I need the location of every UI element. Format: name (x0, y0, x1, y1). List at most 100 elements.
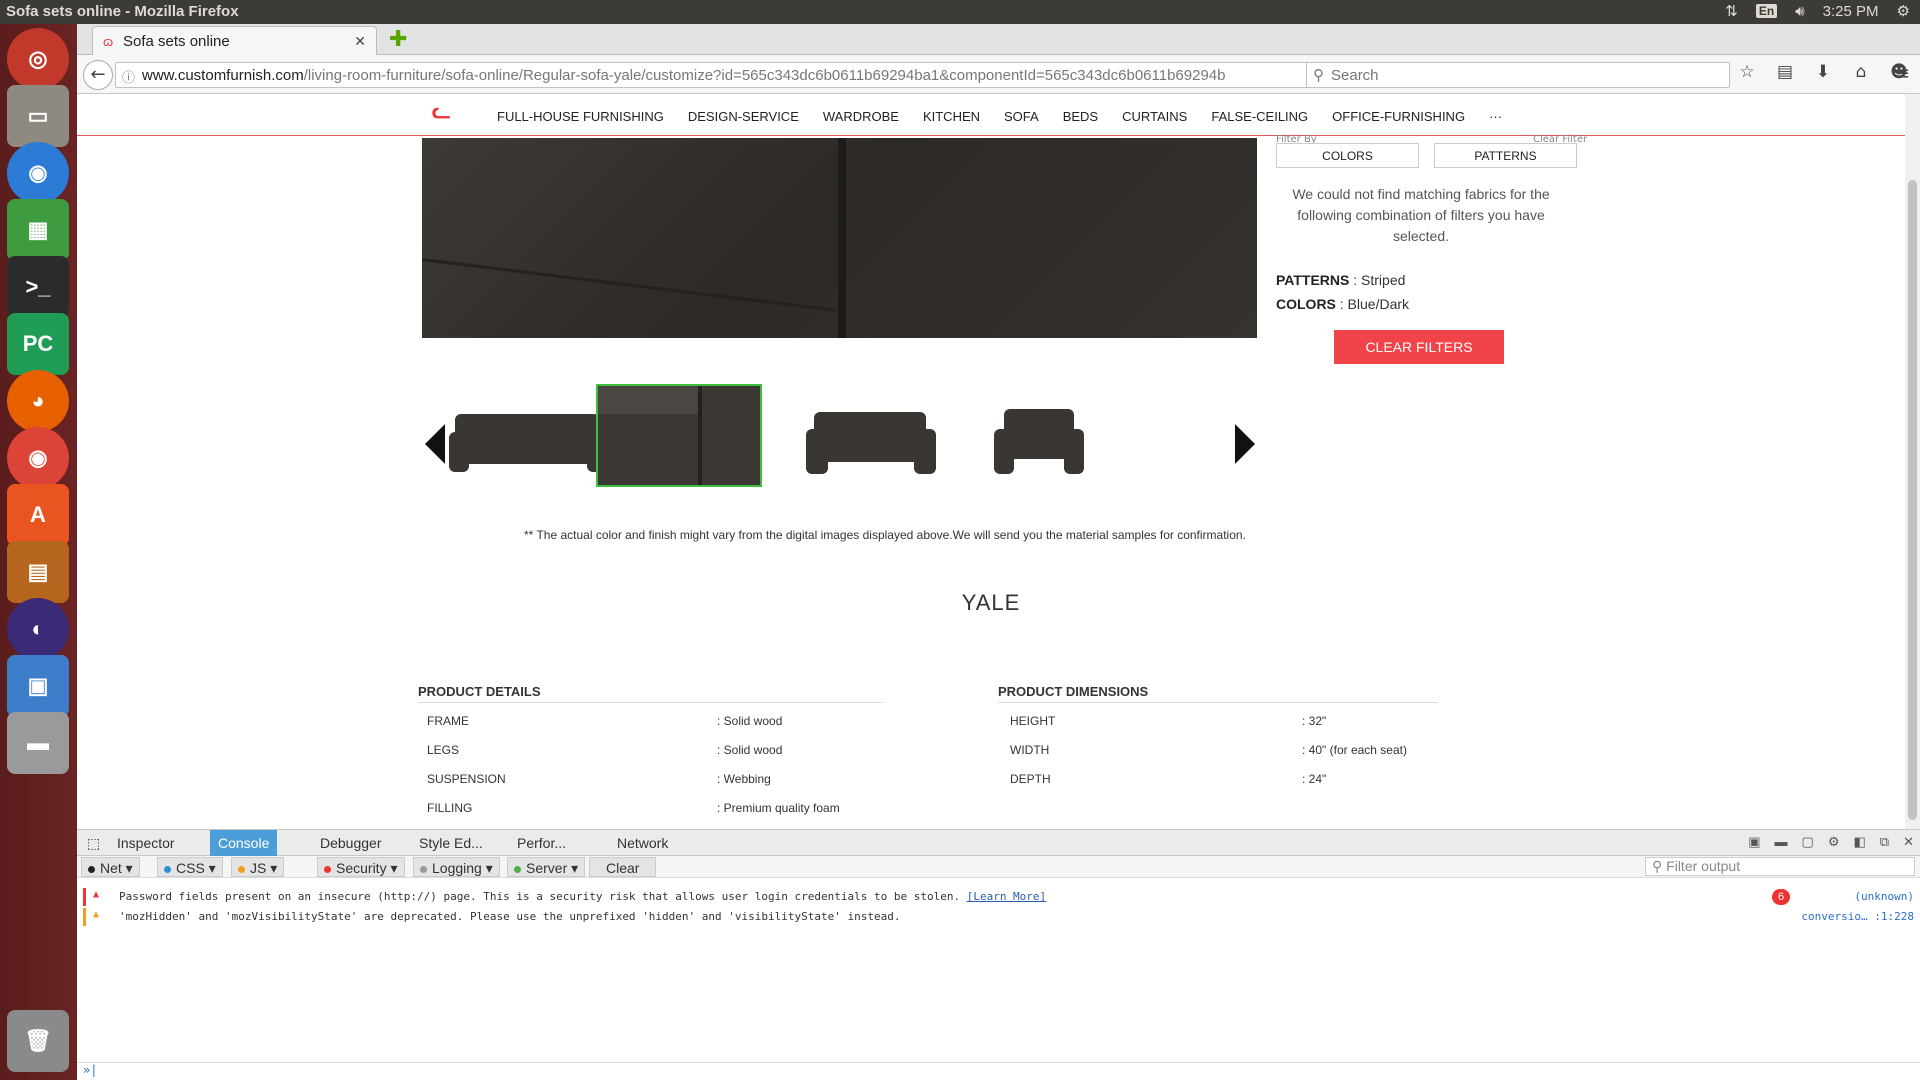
image-viewer-icon[interactable]: ▣ (7, 655, 69, 717)
thumbnail-carousel (422, 384, 1257, 494)
firefox-icon[interactable]: ◕ (7, 370, 69, 432)
patterns-filter-button[interactable]: PATTERNS (1434, 143, 1577, 168)
thumbnail-fabric-closeup[interactable] (596, 384, 762, 487)
undock-icon[interactable]: ⧉ (1880, 834, 1889, 850)
more-menu-icon[interactable]: ··· (1489, 109, 1502, 124)
thumbnail-sofa-two-seat[interactable] (792, 384, 958, 487)
dimension-value: : 24" (1302, 772, 1327, 786)
filter-server[interactable]: Server ▾ (507, 857, 586, 877)
thumbnail-armchair[interactable] (982, 384, 1148, 487)
screenshot-icon[interactable]: ▬ (1775, 834, 1788, 850)
product-details-title: PRODUCT DETAILS (418, 684, 541, 699)
volume-icon[interactable]: 🔊︎ (1795, 3, 1804, 20)
site-logo[interactable]: ᓚ (432, 98, 451, 124)
filter-logging[interactable]: Logging ▾ (413, 857, 500, 877)
chrome-icon[interactable]: ◉ (7, 427, 69, 489)
info-icon[interactable]: ⓘ (122, 67, 135, 86)
tab-style-editor[interactable]: Style Ed... (411, 830, 491, 856)
detail-value: : Solid wood (717, 714, 783, 728)
filter-output-input[interactable]: ⚲ Filter output (1645, 857, 1915, 876)
settings-gear-icon[interactable]: ⚙ (1828, 834, 1840, 850)
repeat-count-badge: 6 (1772, 889, 1790, 905)
menu-kitchen[interactable]: KITCHEN (923, 109, 980, 124)
menu-curtains[interactable]: CURTAINS (1122, 109, 1187, 124)
colors-filter-button[interactable]: COLORS (1276, 143, 1419, 168)
tab-performance[interactable]: Perfor... (509, 830, 574, 856)
filter-security[interactable]: Security ▾ (317, 857, 405, 877)
software-center-icon[interactable]: A (7, 484, 69, 546)
ubuntu-icon[interactable]: ◎ (7, 28, 69, 90)
menu-sofa[interactable]: SOFA (1004, 109, 1039, 124)
carousel-next-arrow-icon[interactable] (1235, 424, 1255, 464)
console-input[interactable]: »| (77, 1062, 1920, 1080)
close-tab-icon[interactable]: ✕ (354, 33, 366, 50)
impress-icon[interactable]: ▤ (7, 541, 69, 603)
tab-inspector[interactable]: Inspector (109, 830, 183, 856)
product-dimensions-title: PRODUCT DIMENSIONS (998, 684, 1149, 699)
clear-filters-button[interactable]: CLEAR FILTERS (1334, 330, 1504, 364)
clear-console-button[interactable]: Clear (589, 857, 657, 877)
tab-network[interactable]: Network (609, 830, 676, 856)
dimension-label: DEPTH (1010, 772, 1051, 786)
pycharm-icon[interactable]: PC (7, 313, 69, 375)
url-text[interactable]: www.customfurnish.com/living-room-furnit… (142, 67, 1225, 84)
page-scrollbar[interactable] (1905, 94, 1920, 829)
tab-console[interactable]: Console (210, 830, 278, 856)
tab-debugger[interactable]: Debugger (312, 830, 390, 856)
menu-wardrobe[interactable]: WARDROBE (823, 109, 899, 124)
download-icon[interactable]: ⬇ (1813, 62, 1833, 82)
system-top-bar: Sofa sets online - Mozilla Firefox ⇅ En … (0, 0, 1920, 24)
site-favicon-icon: ɷ (103, 34, 114, 49)
warning-icon: ▲ (93, 909, 100, 920)
dock-side-icon[interactable]: ◧ (1854, 834, 1866, 850)
menu-full-house-furnishing[interactable]: FULL-HOUSE FURNISHING (497, 109, 664, 124)
filter-css[interactable]: CSS ▾ (157, 857, 223, 877)
terminal-icon[interactable]: >_ (7, 256, 69, 318)
spreadsheet-icon[interactable]: ▦ (7, 199, 69, 261)
url-bar[interactable]: ⓘ www.customfurnish.com/living-room-furn… (115, 62, 1340, 88)
close-icon[interactable]: ✕ (1903, 834, 1914, 850)
element-picker-icon[interactable]: ⬚ (79, 830, 108, 856)
hamburger-menu-icon[interactable]: ≡ (1895, 63, 1910, 84)
message-text: Password fields present on an insecure (… (119, 890, 1047, 903)
menu-beds[interactable]: BEDS (1063, 109, 1098, 124)
menu-design-service[interactable]: DESIGN-SERVICE (688, 109, 799, 124)
clock[interactable]: 3:25 PM (1823, 3, 1879, 20)
console-message[interactable]: ▲ Password fields present on an insecure… (77, 888, 1920, 906)
chromium-icon[interactable]: ◉ (7, 142, 69, 204)
carousel-prev-arrow-icon[interactable] (425, 424, 445, 464)
eclipse-icon[interactable]: ◐ (7, 598, 69, 660)
bookmark-star-icon[interactable]: ☆ (1737, 62, 1757, 82)
message-source-link[interactable]: (unknown) (1854, 890, 1914, 903)
disk-icon[interactable]: ▬ (7, 712, 69, 774)
home-icon[interactable]: ⌂ (1851, 62, 1871, 82)
trash-icon[interactable]: 🗑︎ (7, 1010, 69, 1072)
search-input[interactable] (1331, 65, 1721, 85)
filter-net[interactable]: Net ▾ (81, 857, 140, 877)
new-tab-icon[interactable]: ✚ (389, 27, 407, 52)
product-name: YALE (961, 590, 1021, 615)
fabric-fold (421, 258, 836, 312)
message-source-link[interactable]: conversio… :1:228 (1801, 910, 1914, 923)
menu-false-ceiling[interactable]: FALSE-CEILING (1211, 109, 1308, 124)
scrollbar-thumb[interactable] (1908, 180, 1917, 820)
detail-value: : Solid wood (717, 743, 783, 757)
gear-icon[interactable]: ⚙ (1897, 2, 1910, 20)
colors-label: COLORS (1276, 296, 1336, 312)
network-icon[interactable]: ⇅ (1725, 2, 1738, 20)
files-icon[interactable]: ▭ (7, 85, 69, 147)
reading-list-icon[interactable]: ▤ (1775, 62, 1795, 82)
menu-office-furnishing[interactable]: OFFICE-FURNISHING (1332, 109, 1465, 124)
console-message[interactable]: ▲ 'mozHidden' and 'mozVisibilityState' a… (77, 908, 1920, 926)
filter-js[interactable]: JS ▾ (231, 857, 285, 877)
search-bar[interactable]: ⚲ (1306, 62, 1730, 88)
web-page: ᓚ FULL-HOUSE FURNISHING DESIGN-SERVICE W… (77, 94, 1905, 829)
keyboard-language-indicator[interactable]: En (1755, 4, 1778, 18)
back-button[interactable]: ← (83, 60, 113, 90)
layout-icon[interactable]: ▣ (1748, 834, 1760, 850)
responsive-icon[interactable]: ▢ (1802, 834, 1814, 850)
browser-tab[interactable]: ɷ Sofa sets online ✕ (92, 26, 377, 56)
thumbnail-sofa-three-seat[interactable] (447, 384, 613, 487)
learn-more-link[interactable]: [Learn More] (967, 890, 1046, 903)
url-path: /living-room-furniture/sofa-online/Regul… (303, 67, 1226, 84)
